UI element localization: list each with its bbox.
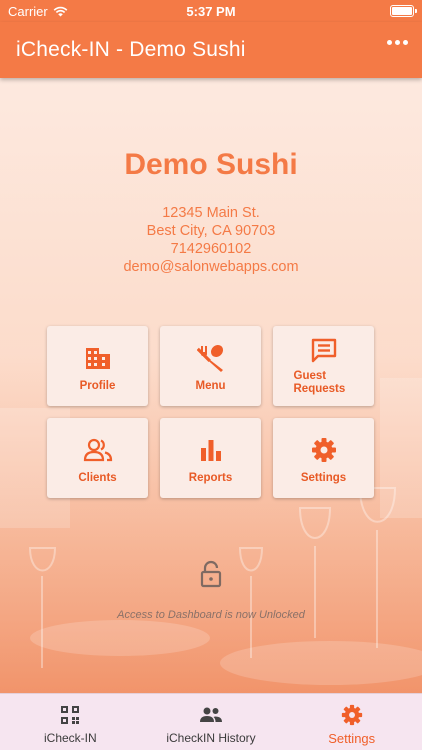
tile-label-settings: Settings [300, 472, 347, 484]
tile-label-clients: Clients [78, 472, 117, 484]
building-icon [85, 344, 111, 372]
clients-tile[interactable]: Clients [47, 418, 148, 498]
tile-label-reports: Reports [188, 472, 233, 484]
city-line: Best City, CA 90703 [146, 223, 276, 239]
tab-label-icheckin-history: iCheckIN History [166, 731, 256, 745]
contact-block: 12345 Main St. Best City, CA 90703 71429… [0, 204, 422, 276]
tab-label-settings: Settings [328, 731, 376, 746]
tab-icheckin-history[interactable]: iCheckIN History [141, 694, 282, 750]
email-address[interactable]: demo@salonwebapps.com [0, 258, 422, 276]
status-time: 5:37 PM [186, 3, 236, 19]
tile-label-menu: Menu [195, 380, 226, 392]
tab-label-icheck-in: iCheck-IN [43, 731, 97, 745]
qr-code-icon [60, 704, 80, 726]
people-icon [83, 436, 113, 464]
gear-icon [341, 704, 363, 726]
tab-settings[interactable]: Settings [281, 694, 422, 750]
tab-icheck-in[interactable]: iCheck-IN [0, 694, 141, 750]
status-bar: Carrier 5:37 PM [0, 0, 422, 22]
settings-tile[interactable]: Settings [273, 418, 374, 498]
menu-tile[interactable]: Menu [160, 326, 261, 406]
bottom-tab-bar: iCheck-IN iCheckIN History Settings [0, 693, 422, 750]
more-horizontal-icon[interactable] [387, 40, 408, 45]
tile-label-profile: Profile [79, 380, 116, 392]
phone-number[interactable]: 7142960102 [0, 240, 422, 258]
tile-label-guest-requests: Guest Requests [293, 370, 346, 395]
unlock-icon[interactable] [199, 560, 223, 593]
business-name: Demo Sushi [124, 148, 298, 181]
app-bar: iCheck-IN - Demo Sushi [0, 22, 422, 78]
message-icon [310, 336, 338, 364]
bar-chart-icon [199, 436, 223, 464]
dashboard: Demo Sushi 12345 Main St. Best City, CA … [0, 78, 422, 693]
battery-icon [390, 5, 417, 17]
app-title: iCheck-IN - Demo Sushi [16, 38, 246, 61]
gear-icon [311, 436, 337, 464]
unlock-status-text: Access to Dashboard is now Unlocked [117, 609, 305, 621]
utensils-icon [196, 344, 225, 372]
people-icon [199, 704, 223, 726]
reports-tile[interactable]: Reports [160, 418, 261, 498]
profile-tile[interactable]: Profile [47, 326, 148, 406]
address-line: 12345 Main St. [162, 205, 260, 221]
guest-requests-tile[interactable]: Guest Requests [273, 326, 374, 406]
